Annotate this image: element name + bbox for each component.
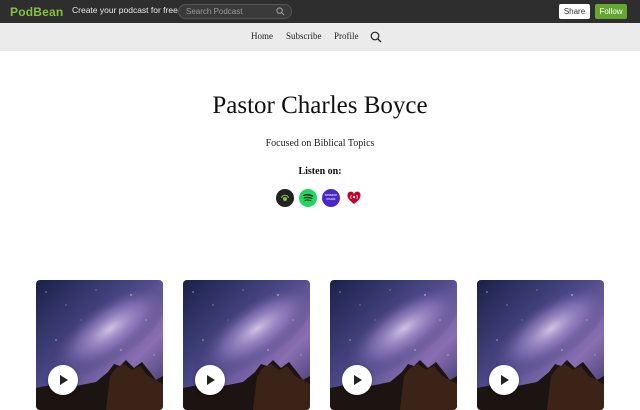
podbean-icon[interactable] — [276, 189, 294, 207]
search-box — [178, 4, 292, 19]
play-icon — [501, 375, 509, 385]
music-text: music — [326, 197, 336, 201]
play-icon — [207, 375, 215, 385]
share-button[interactable]: Share — [559, 4, 590, 19]
spotify-icon[interactable] — [299, 189, 317, 207]
play-button[interactable] — [489, 365, 519, 395]
create-podcast-link[interactable]: Create your podcast for free — [72, 5, 178, 15]
nav-bar: Home Subscribe Profile — [0, 23, 640, 51]
platform-links: amazon music — [276, 189, 363, 208]
nav-home[interactable]: Home — [251, 31, 273, 41]
search-icon[interactable] — [370, 31, 382, 43]
episode-card[interactable] — [36, 280, 163, 410]
play-icon — [60, 375, 68, 385]
episode-card[interactable] — [330, 280, 457, 410]
play-icon — [354, 375, 362, 385]
podbean-logo[interactable]: PodBean — [10, 3, 63, 20]
search-icon[interactable] — [276, 7, 285, 16]
play-button[interactable] — [48, 365, 78, 395]
listen-on-label: Listen on: — [298, 166, 342, 177]
play-button[interactable] — [342, 365, 372, 395]
top-bar: PodBean Create your podcast for free Sha… — [0, 0, 640, 23]
nav-subscribe[interactable]: Subscribe — [286, 31, 322, 41]
follow-button[interactable]: Follow — [595, 4, 627, 19]
play-button[interactable] — [195, 365, 225, 395]
search-input[interactable] — [186, 6, 274, 17]
episode-card[interactable] — [183, 280, 310, 410]
nav-profile[interactable]: Profile — [334, 31, 359, 41]
logo-text: PodBean — [10, 4, 64, 19]
amazon-music-icon[interactable]: amazon music — [322, 189, 340, 207]
iheartradio-icon[interactable] — [345, 189, 363, 207]
podcast-title: Pastor Charles Boyce — [212, 92, 428, 119]
episode-card[interactable] — [477, 280, 604, 410]
podcast-subtitle: Focused on Biblical Topics — [265, 138, 375, 149]
